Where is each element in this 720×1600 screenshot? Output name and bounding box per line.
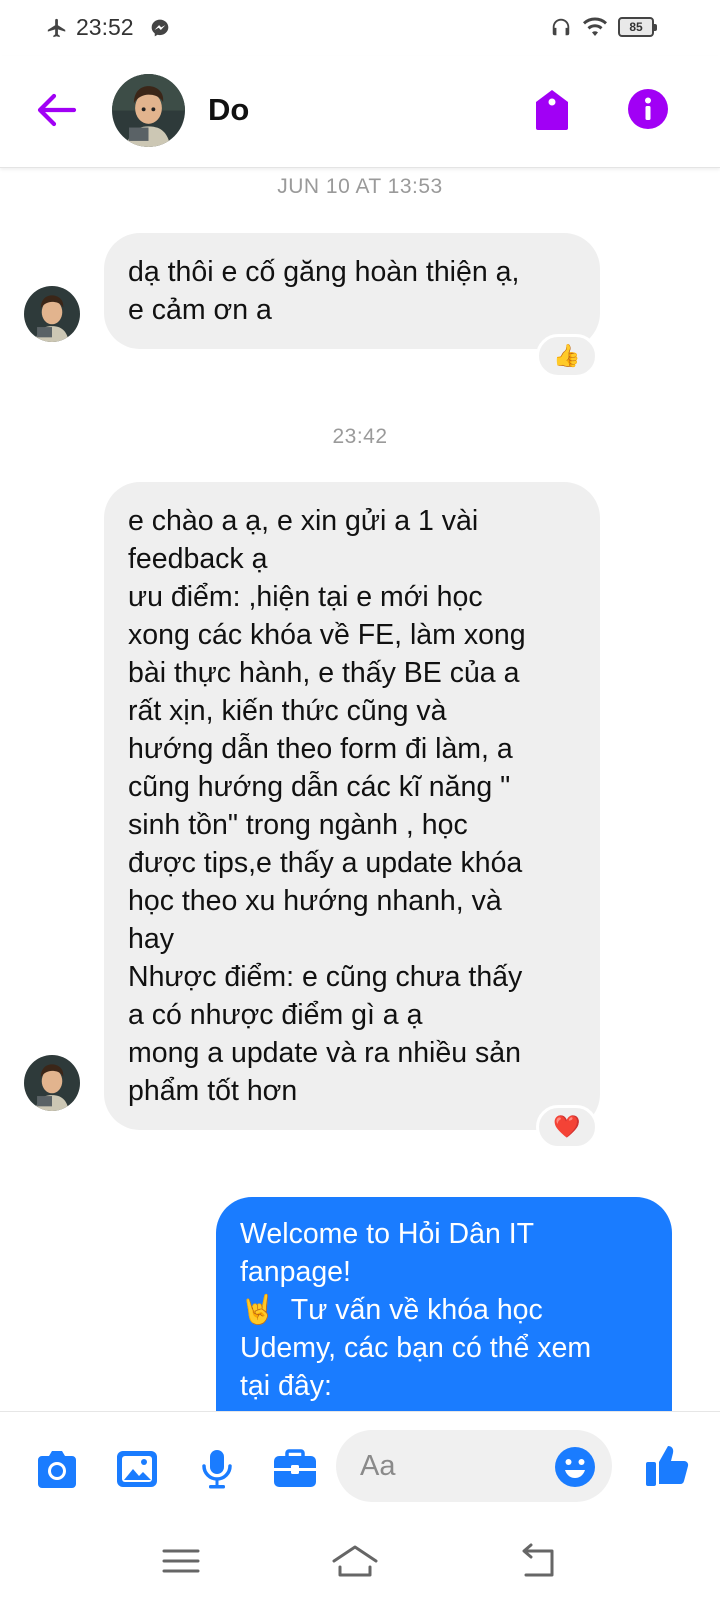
messenger-icon — [151, 19, 168, 36]
status-bar: 23:52 85 — [0, 0, 720, 56]
message-input[interactable] — [360, 1446, 530, 1486]
wifi-icon — [583, 17, 607, 36]
incoming-message[interactable]: dạ thôi e cố găng hoàn thiện ạ, e cảm ơn… — [104, 233, 600, 349]
back-icon[interactable] — [512, 1541, 562, 1581]
sender-avatar[interactable] — [24, 286, 80, 342]
heart-icon: ❤️ — [553, 1114, 581, 1139]
message-text-field[interactable] — [336, 1430, 612, 1502]
airplane-icon — [47, 18, 66, 37]
chat-header: Do — [0, 56, 720, 168]
status-time: 23:52 — [76, 14, 134, 40]
headphones-icon — [552, 18, 570, 36]
microphone-icon[interactable] — [194, 1448, 240, 1490]
message-composer — [0, 1411, 720, 1521]
menu-icon[interactable] — [156, 1541, 206, 1581]
reaction-badge[interactable]: ❤️ — [536, 1105, 598, 1149]
briefcase-icon[interactable] — [272, 1448, 318, 1490]
status-right: 85 — [550, 16, 657, 38]
contact-name[interactable]: Do — [208, 92, 249, 128]
home-icon[interactable] — [330, 1541, 380, 1581]
timestamp: JUN 10 AT 13:53 — [277, 175, 443, 198]
battery-icon: 85 — [618, 17, 657, 37]
incoming-message[interactable]: e chào a ạ, e xin gửi a 1 vài feedback ạ… — [104, 482, 600, 1130]
reaction-badge[interactable]: 👍 — [536, 334, 598, 378]
battery-level: 85 — [629, 20, 643, 34]
gallery-icon[interactable] — [114, 1448, 160, 1490]
sender-avatar[interactable] — [24, 1055, 80, 1111]
timestamp: 23:42 — [332, 425, 388, 448]
outgoing-message[interactable]: Welcome to Hỏi Dân IT fanpage! 🤘 Tư vấn … — [216, 1197, 672, 1411]
status-left: 23:52 — [46, 14, 170, 41]
contact-avatar[interactable] — [112, 74, 185, 147]
camera-icon[interactable] — [34, 1448, 80, 1490]
message-list[interactable]: JUN 10 AT 13:53 dạ thôi e cố găng hoàn t… — [0, 169, 720, 1411]
like-icon[interactable] — [644, 1442, 692, 1490]
emoji-icon[interactable] — [554, 1446, 596, 1488]
system-nav-bar — [0, 1521, 720, 1600]
back-arrow-icon[interactable] — [34, 88, 78, 132]
info-icon[interactable] — [627, 88, 669, 130]
tag-icon[interactable] — [532, 88, 572, 132]
thumbs-up-icon: 👍 — [553, 343, 581, 368]
